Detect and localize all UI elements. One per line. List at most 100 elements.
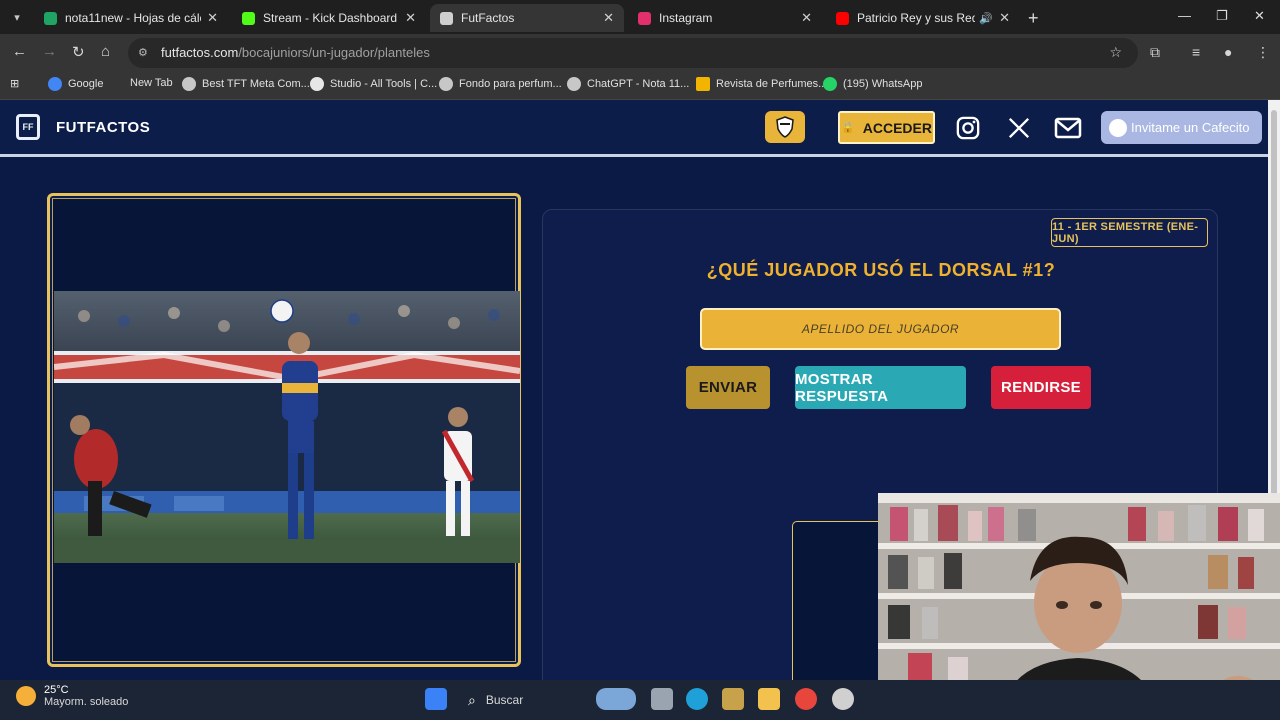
tab-kick[interactable]: Stream - Kick Dashboard ✕ [232,4,426,32]
studio-icon [310,77,324,91]
weather-widget[interactable]: 25°C Mayorm. soleado [16,684,128,708]
tab-title: FutFactos [461,11,515,25]
whatsapp-icon [823,77,837,91]
rendirse-button[interactable]: RENDIRSE [991,366,1091,409]
app-icon[interactable] [832,688,854,710]
bookmark-chatgpt[interactable]: ChatGPT - Nota 11... [567,77,689,91]
reload-icon[interactable]: ↻ [72,43,85,61]
chrome-icon[interactable] [795,688,817,710]
email-icon[interactable] [1054,116,1082,140]
bookmark-label: Google [68,78,104,90]
bookmark-revista[interactable]: Revista de Perfumes... [696,77,827,91]
bookmark-whatsapp[interactable]: (195) WhatsApp [823,77,922,91]
close-icon[interactable]: ✕ [207,10,218,26]
tab-sheets[interactable]: nota11new - Hojas de cálculo d ✕ [34,4,228,32]
bookmark-label: ChatGPT - Nota 11... [587,78,690,90]
temperature: 25°C [44,684,69,696]
tab-title: nota11new - Hojas de cálculo d [65,11,201,25]
url-text: futfactos.com/bocajuniors/un-jugador/pla… [161,45,430,60]
windows-taskbar: 25°C Mayorm. soleado ⌕ Buscar [0,680,1280,720]
folder-icon[interactable] [758,688,780,710]
minimize-icon[interactable]: — [1178,8,1191,23]
url-bar[interactable]: ⚙ futfactos.com/bocajuniors/un-jugador/p… [128,38,1138,68]
kick-icon [242,11,255,25]
instagram-icon[interactable] [955,116,981,140]
restore-icon[interactable]: ❐ [1216,8,1228,24]
club-shield-button[interactable] [765,111,805,143]
bookmark-label: New Tab [130,77,173,89]
bookmark-newtab[interactable]: New Tab [130,77,173,89]
player-photo-frame [47,193,521,667]
home-icon[interactable]: ⌂ [101,43,110,60]
player-surname-input[interactable] [700,308,1061,350]
bookmarks-bar: ⊞ Google New Tab Best TFT Meta Com... St… [0,72,1280,100]
brand-name[interactable]: FUTFACTOS [56,119,150,136]
windows-start-icon[interactable] [425,688,447,710]
browser-tab-bar: ▾ nota11new - Hojas de cálculo d ✕ Strea… [0,0,1280,34]
openai-icon [439,77,453,91]
lock-icon: 🔒 [841,122,855,134]
edge-icon[interactable] [686,688,708,710]
acceder-button[interactable]: 🔒 ACCEDER [838,111,935,144]
media-control-icon[interactable]: ≡ [1192,44,1200,60]
bookmark-star-icon[interactable]: ☆ [1109,44,1122,61]
site-header: FF FUTFACTOS 🔒 ACCEDER Invitame un Cafec… [0,100,1268,157]
league-icon[interactable] [722,688,744,710]
window-close-icon[interactable]: ✕ [1254,8,1265,24]
search-label: Buscar [485,693,524,707]
bookmark-label: (195) WhatsApp [843,78,923,90]
url-path: /bocajuniors/un-jugador/planteles [238,45,430,60]
acceder-label: ACCEDER [862,119,932,136]
futfactos-icon [440,11,453,25]
cafecito-label: Invitame un Cafecito [1131,120,1250,135]
revista-icon [696,77,710,91]
back-icon[interactable]: ← [12,43,27,60]
openai-icon [567,77,581,91]
forward-icon[interactable]: → [42,43,57,60]
search-icon: ⌕ [468,691,476,708]
tab-instagram[interactable]: Instagram ✕ [628,4,822,32]
menu-icon[interactable]: ⋮ [1256,44,1270,61]
url-host: futfactos.com [161,45,239,60]
close-icon[interactable]: ✕ [603,10,614,26]
question-title: ¿QUÉ JUGADOR USÓ EL DORSAL #1? [706,260,1056,280]
audio-icon[interactable]: 🔊 [979,12,993,25]
cafecito-button[interactable]: Invitame un Cafecito [1101,111,1262,144]
new-tab-icon[interactable]: + [1028,8,1039,29]
tab-futfactos[interactable]: FutFactos ✕ [430,4,624,32]
close-icon[interactable]: ✕ [999,10,1010,26]
tab-title: Patricio Rey y sus Redondito [857,11,976,25]
google-icon [48,77,62,91]
tab-title: Stream - Kick Dashboard [263,11,398,25]
sun-icon [16,686,36,706]
enviar-button[interactable]: ENVIAR [686,366,770,409]
close-icon[interactable]: ✕ [405,10,416,26]
tab-title: Instagram [659,11,713,25]
bookmark-google[interactable]: Google [48,77,103,91]
x-twitter-icon[interactable] [1006,116,1032,140]
bookmark-label: Studio - All Tools | C... [330,78,438,90]
tab-search-icon[interactable]: ▾ [6,6,28,28]
bookmark-studio[interactable]: Studio - All Tools | C... [310,77,437,91]
futfactos-logo[interactable]: FF [16,114,40,140]
bookmark-label: Revista de Perfumes... [716,78,828,90]
bookmark-label: Fondo para perfum... [459,78,562,90]
close-icon[interactable]: ✕ [801,10,812,26]
task-view-icon[interactable] [651,688,673,710]
tab-youtube[interactable]: Patricio Rey y sus Redondito 🔊 ✕ [826,4,1020,32]
swan-widget-icon[interactable] [596,688,636,710]
extensions-icon[interactable]: ⧉ [1150,44,1160,61]
season-badge: 11 - 1ER SEMESTRE (ENE-JUN) [1051,218,1208,247]
instagram-icon [638,11,651,25]
sheets-icon [44,11,57,25]
tft-icon [182,77,196,91]
profile-avatar[interactable]: ● [1224,44,1232,60]
mostrar-respuesta-button[interactable]: MOSTRAR RESPUESTA [795,366,966,409]
bookmark-tft[interactable]: Best TFT Meta Com... [182,77,310,91]
apps-grid-icon[interactable]: ⊞ [10,77,19,90]
site-info-icon[interactable]: ⚙ [138,46,152,60]
address-bar-row: ← → ↻ ⌂ ⚙ futfactos.com/bocajuniors/un-j… [0,34,1280,72]
player-photo [54,291,520,563]
weather-desc: Mayorm. soleado [44,696,129,708]
bookmark-fondo[interactable]: Fondo para perfum... [439,77,562,91]
